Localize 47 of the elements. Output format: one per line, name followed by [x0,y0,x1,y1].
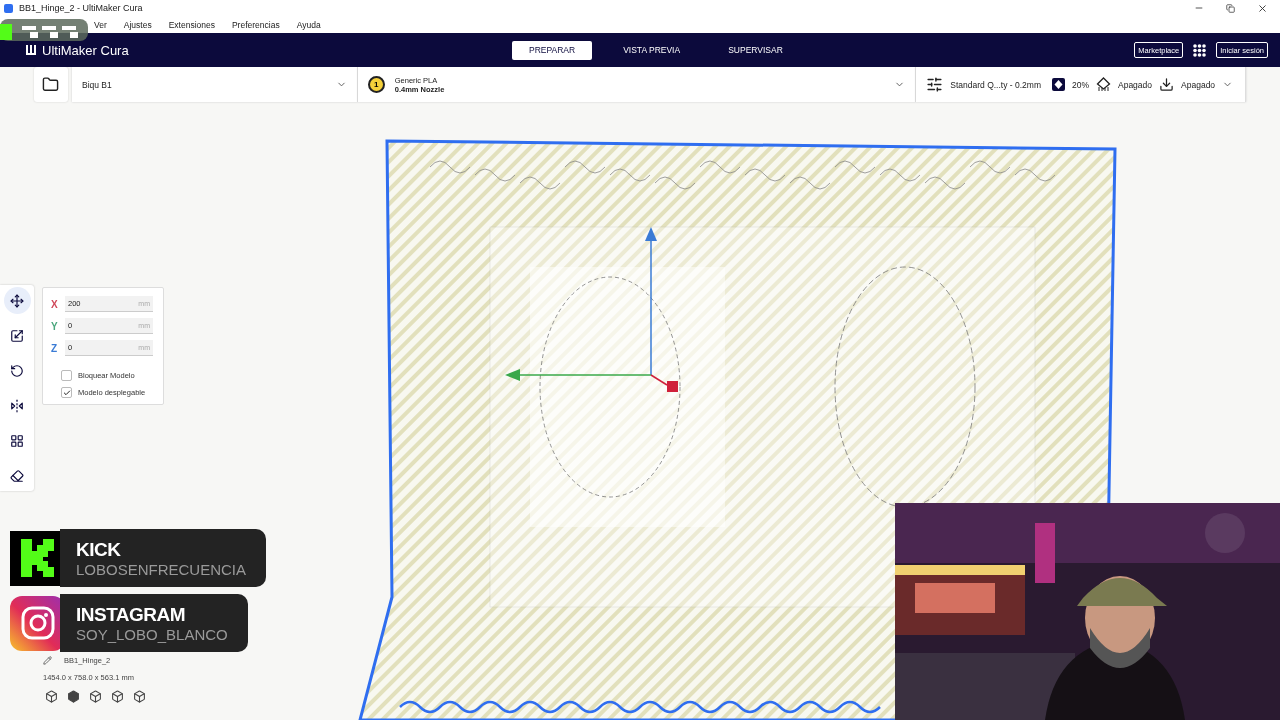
menu-item[interactable]: Ver [94,19,107,30]
app-icon [4,3,13,13]
z-axis-arrow[interactable] [645,227,657,376]
adhesion-icon [1159,77,1175,92]
axis-label: X [51,298,59,310]
folder-icon [42,76,60,93]
apps-grid-icon[interactable] [1193,43,1207,57]
close-icon[interactable] [1257,2,1268,14]
checkbox[interactable] [61,370,72,381]
social-handle: SOY_LOBO_BLANCO [76,625,228,643]
axis-label: Z [51,342,59,354]
view-cube-icon[interactable] [67,690,80,703]
app-logo: UltiMaker Cura [26,42,512,58]
x-axis-arrow[interactable] [505,369,652,381]
menu-item[interactable]: Preferencias [231,19,280,30]
print-settings-selector[interactable]: Standard Q...ty - 0.2mm 20% Apagado Apagado [916,67,1246,102]
mirror-icon [10,398,24,413]
menu-item[interactable]: Ayuda [296,19,321,30]
infill-icon [1052,78,1065,91]
stage-tab[interactable]: PREPARAR [512,40,593,60]
menu-item[interactable]: Extensiones [168,19,215,30]
restore-icon[interactable] [1226,3,1235,13]
axis-label: Y [51,320,59,332]
grid-icon [10,433,24,448]
open-file-button[interactable] [34,67,68,102]
move-icon [10,293,24,308]
stage-tab[interactable]: VISTA PREVIA [606,40,698,60]
view-cube-icon[interactable] [45,690,58,703]
support-icon [1096,77,1111,92]
edit-icon[interactable] [43,656,52,665]
checkbox[interactable] [61,387,72,398]
social-title: KICK [76,538,122,561]
printer-selector[interactable]: Biqu B1 [72,67,358,102]
y-axis-handle[interactable] [650,374,678,392]
rotate-icon [10,363,24,378]
social-handle: LOBOSENFRECUENCIA [76,560,247,578]
sliders-icon [926,76,944,93]
view-cube-icon[interactable] [111,690,124,703]
tool-button[interactable] [3,287,31,314]
scale-icon [10,328,24,343]
window-title: BB1_Hinge_2 - UltiMaker Cura [19,3,144,13]
view-cube-icon[interactable] [89,690,102,703]
view-cube-icon[interactable] [133,690,146,703]
eraser-icon [10,468,24,483]
social-title: INSTAGRAM [76,603,187,626]
stage-tab[interactable]: SUPERVISAR [711,40,800,60]
menu-item[interactable]: Ajustes [123,19,152,30]
